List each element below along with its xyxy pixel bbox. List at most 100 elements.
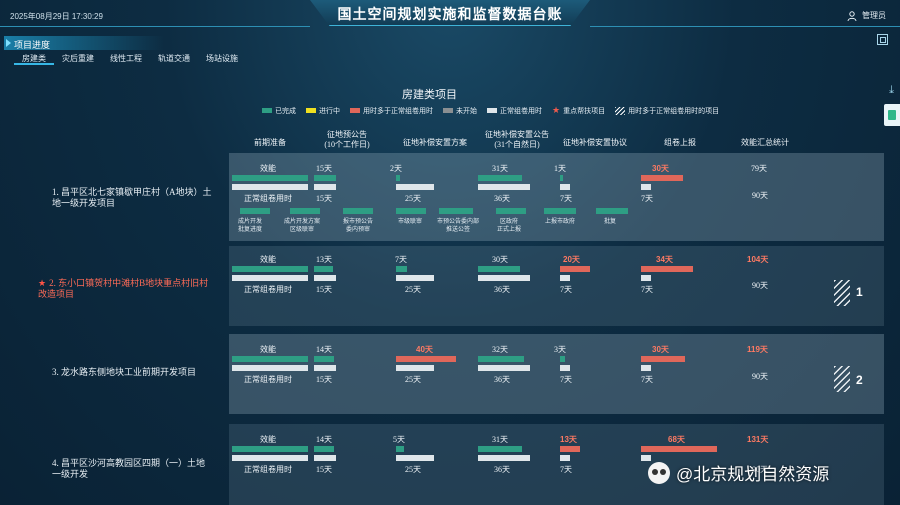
total-actual: 104天 bbox=[747, 255, 769, 264]
watermark-text: @北京规划自然资源 bbox=[676, 465, 830, 484]
bar-actual bbox=[396, 356, 456, 362]
legend: 已完成 进行中 用时多于正常组卷用时 未开始 正常组卷用时 ★ 重点帮扶项目 用时… bbox=[262, 105, 719, 116]
section-arrow-icon bbox=[6, 39, 11, 47]
legend-item: 用时多于正常组卷用时的项目 bbox=[615, 106, 719, 116]
stage-normal-value: 25天 bbox=[405, 285, 421, 294]
side-panel-toggle[interactable] bbox=[884, 104, 900, 126]
bar-actual bbox=[641, 446, 717, 452]
bar-label-normal: 正常组卷用时 bbox=[244, 194, 292, 203]
project-row-3[interactable]: 3. 龙水路东侧地块工业前期开发项目 bbox=[52, 367, 212, 378]
stage-actual-value: 30天 bbox=[652, 345, 669, 354]
stage-actual-value: 32天 bbox=[492, 345, 508, 354]
bar-label-normal: 正常组卷用时 bbox=[244, 285, 292, 294]
stage-actual-value: 13天 bbox=[316, 255, 332, 264]
legend-item: 未开始 bbox=[443, 106, 477, 116]
legend-item: 用时多于正常组卷用时 bbox=[350, 106, 433, 116]
legend-item: 已完成 bbox=[262, 106, 296, 116]
hatch-icon bbox=[834, 366, 850, 392]
col-header-compensation-plan: 征地补偿安置方案 bbox=[403, 138, 467, 147]
col-header-efficiency: 效能汇总统计 bbox=[741, 138, 789, 147]
bar-normal bbox=[314, 455, 336, 461]
stage-normal-value: 7天 bbox=[560, 375, 572, 384]
stage-actual-value: 13天 bbox=[560, 435, 577, 444]
bar-normal bbox=[396, 184, 434, 190]
bar-actual bbox=[314, 266, 333, 272]
tab-station-facilities[interactable]: 场站设施 bbox=[198, 52, 246, 65]
tab-housing[interactable]: 房建类 bbox=[14, 52, 54, 65]
bar-actual bbox=[478, 175, 522, 181]
star-icon: ★ bbox=[38, 278, 47, 288]
stage-actual-value: 5天 bbox=[393, 435, 405, 444]
bar-normal bbox=[641, 184, 651, 190]
stage-normal-value: 7天 bbox=[560, 465, 572, 474]
legend-item: ★ 重点帮扶项目 bbox=[552, 105, 606, 115]
substep-label: 区政府 正式上报 bbox=[497, 219, 522, 233]
substep-label: 成片开发 批复进度 bbox=[238, 219, 263, 233]
stage-normal-value: 7天 bbox=[641, 194, 653, 203]
bar-normal bbox=[560, 275, 570, 281]
stage-normal-value: 15天 bbox=[316, 194, 332, 203]
stage-normal-value: 36天 bbox=[494, 194, 510, 203]
bar-normal bbox=[314, 184, 336, 190]
substep-bar bbox=[439, 208, 473, 214]
stage-normal-value: 36天 bbox=[494, 285, 510, 294]
bar-normal bbox=[560, 184, 570, 190]
substep-bar bbox=[496, 208, 526, 214]
bar-actual bbox=[560, 356, 565, 362]
substep-bar bbox=[596, 208, 628, 214]
hatch-icon bbox=[615, 106, 626, 115]
substep-bar bbox=[240, 208, 270, 214]
panda-logo-icon bbox=[648, 461, 670, 484]
bar-label-normal: 正常组卷用时 bbox=[244, 375, 292, 384]
stage-actual-value: 30天 bbox=[652, 164, 669, 173]
substep-label: 报市预公告 委内预审 bbox=[343, 219, 374, 233]
bar-label-actual: 效能 bbox=[260, 255, 276, 264]
bar-actual bbox=[396, 266, 407, 272]
col-header-prep: 前期准备 bbox=[254, 138, 286, 147]
bar-normal bbox=[478, 365, 530, 371]
bar-actual bbox=[641, 266, 693, 272]
project-row-1[interactable]: 1. 昌平区北七家镇歇甲庄村（A地块）土地一级开发项目 bbox=[52, 187, 212, 209]
legend-swatch bbox=[487, 108, 497, 113]
project-row-4[interactable]: 4. 昌平区沙河高教园区四期（一）土地一级开发 bbox=[52, 458, 212, 480]
fullscreen-icon[interactable] bbox=[877, 34, 888, 45]
bar-actual bbox=[232, 356, 308, 362]
stage-normal-value: 7天 bbox=[560, 285, 572, 294]
col-header-report: 组卷上报 bbox=[664, 138, 696, 147]
stage-actual-value: 15天 bbox=[316, 164, 332, 173]
bar-actual bbox=[478, 446, 522, 452]
total-actual: 119天 bbox=[747, 345, 768, 354]
bar-normal bbox=[232, 275, 308, 281]
stage-normal-value: 25天 bbox=[405, 194, 421, 203]
tab-linear-engineering[interactable]: 线性工程 bbox=[102, 52, 150, 65]
legend-swatch bbox=[262, 108, 272, 113]
legend-swatch bbox=[350, 108, 360, 113]
substep-label: 成片开发方案 区级联审 bbox=[284, 219, 321, 233]
bar-actual bbox=[641, 356, 685, 362]
total-normal: 90天 bbox=[752, 372, 768, 381]
hatch-icon bbox=[834, 280, 850, 306]
substep-label: 市级联审 bbox=[398, 219, 423, 225]
download-icon[interactable]: ⤓ bbox=[889, 84, 894, 97]
project-name: 龙水路东侧地块工业前期开发项目 bbox=[61, 367, 197, 377]
user-menu[interactable]: 管理员 bbox=[847, 10, 886, 21]
project-row-2[interactable]: ★ 2. 东小口镇贺村中滩村B地块重点村旧村改造项目 bbox=[38, 278, 214, 300]
bar-actual bbox=[560, 446, 580, 452]
user-name: 管理员 bbox=[862, 11, 886, 20]
total-normal: 90天 bbox=[752, 191, 768, 200]
tab-disaster-rebuild[interactable]: 灾后重建 bbox=[54, 52, 102, 65]
col-header-compensation-agreement: 征地补偿安置协议 bbox=[563, 138, 627, 147]
bar-label-actual: 效能 bbox=[260, 435, 276, 444]
bar-normal bbox=[560, 455, 570, 461]
bar-actual bbox=[232, 266, 308, 272]
col-header-pre-notice: 征地预公告 (10个工作日) bbox=[324, 130, 370, 149]
stage-actual-value: 2天 bbox=[390, 164, 402, 173]
bar-label-normal: 正常组卷用时 bbox=[244, 465, 292, 474]
legend-item: 进行中 bbox=[306, 106, 340, 116]
stage-normal-value: 36天 bbox=[494, 375, 510, 384]
substep-bar bbox=[396, 208, 426, 214]
bar-normal bbox=[478, 455, 530, 461]
bar-actual bbox=[396, 175, 400, 181]
tab-rail-transit[interactable]: 轨道交通 bbox=[150, 52, 198, 65]
stage-actual-value: 14天 bbox=[316, 435, 332, 444]
